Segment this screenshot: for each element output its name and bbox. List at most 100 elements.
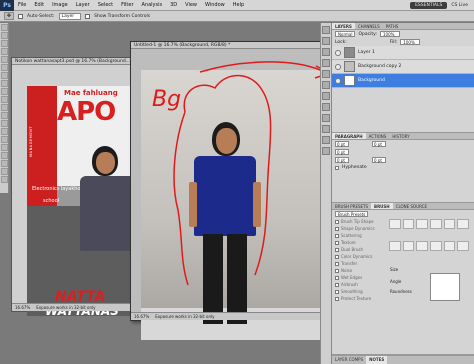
dodge-tool[interactable]: [1, 128, 8, 135]
tab-brush-presets[interactable]: BRUSH PRESETS: [332, 203, 371, 209]
essentials-workspace-button[interactable]: ESSENTIALS: [410, 1, 448, 9]
brush-option-checkbox[interactable]: [335, 282, 339, 287]
color-panel-icon[interactable]: [322, 48, 330, 56]
menu-file[interactable]: File: [14, 2, 30, 8]
tab-actions[interactable]: ACTIONS: [366, 133, 390, 139]
menu-window[interactable]: Window: [201, 2, 229, 8]
marquee-tool[interactable]: [1, 32, 8, 39]
menu-view[interactable]: View: [181, 2, 201, 8]
brush-option-checkbox[interactable]: [335, 261, 339, 266]
tab-layer-comps[interactable]: LAYER COMPS: [332, 356, 366, 364]
styles-panel-icon[interactable]: [322, 70, 330, 78]
indent-left-field[interactable]: 0 pt: [335, 141, 349, 147]
brush-tip[interactable]: [430, 241, 442, 251]
brush-option-checkbox[interactable]: [335, 247, 339, 252]
tab-paragraph[interactable]: PARAGRAPH: [332, 133, 366, 139]
layer-row-selected[interactable]: Background: [332, 74, 474, 88]
menu-analysis[interactable]: Analysis: [138, 2, 167, 8]
zoom-level[interactable]: 16.67%: [15, 305, 30, 310]
menu-layer[interactable]: Layer: [72, 2, 94, 8]
brush-option-checkbox[interactable]: [335, 226, 339, 231]
gradient-tool[interactable]: [1, 112, 8, 119]
eye-icon[interactable]: [335, 63, 341, 70]
brush-presets-button[interactable]: Brush Presets: [335, 211, 369, 217]
paragraph-panel-icon[interactable]: [322, 114, 330, 122]
fill-field[interactable]: 100%: [400, 39, 421, 45]
menu-3d[interactable]: 3D: [166, 2, 181, 8]
poster-canvas[interactable]: Mae fahluang APO MANAGEMENT Electronics …: [27, 86, 142, 316]
brush-tool[interactable]: [1, 80, 8, 87]
tool-presets-icon[interactable]: [322, 147, 330, 155]
layer-row[interactable]: Background copy 2: [332, 60, 474, 74]
masks-panel-icon[interactable]: [322, 92, 330, 100]
eye-icon[interactable]: [335, 77, 341, 84]
crop-tool[interactable]: [1, 56, 8, 63]
brush-option-checkbox[interactable]: [335, 289, 339, 294]
menu-select[interactable]: Select: [94, 2, 117, 8]
tab-brush[interactable]: BRUSH: [371, 203, 393, 209]
actions-panel-icon[interactable]: [322, 37, 330, 45]
brush-panel-icon[interactable]: [322, 125, 330, 133]
cs-live-button[interactable]: CS Live: [451, 3, 468, 8]
brush-tip[interactable]: [402, 241, 415, 251]
document-window-poster[interactable]: Notikon wattanasapt3.psd @ 16.7% (Backgr…: [11, 57, 146, 316]
menu-help[interactable]: Help: [229, 2, 248, 8]
space-after-field[interactable]: 0 pt: [372, 157, 386, 163]
brush-option-checkbox[interactable]: [335, 296, 339, 301]
brush-tip[interactable]: [416, 219, 428, 229]
swatches-panel-icon[interactable]: [322, 59, 330, 67]
layer-row[interactable]: Layer 1: [332, 46, 474, 60]
brush-tip[interactable]: [457, 219, 469, 229]
menu-edit[interactable]: Edit: [30, 2, 48, 8]
tab-notes[interactable]: NOTES: [366, 356, 388, 364]
space-before-field[interactable]: 0 pt: [335, 157, 349, 163]
eye-icon[interactable]: [335, 49, 341, 56]
menu-filter[interactable]: Filter: [117, 2, 137, 8]
eyedropper-tool[interactable]: [1, 64, 8, 71]
brush-tip[interactable]: [443, 219, 456, 229]
hand-tool[interactable]: [1, 168, 8, 175]
brush-tip[interactable]: [389, 219, 401, 229]
tab-history[interactable]: HISTORY: [389, 133, 412, 139]
healing-tool[interactable]: [1, 72, 8, 79]
quick-select-tool[interactable]: [1, 48, 8, 55]
indent-right-field[interactable]: 0 pt: [372, 141, 386, 147]
shape-tool[interactable]: [1, 160, 8, 167]
history-panel-icon[interactable]: [322, 26, 330, 34]
first-line-field[interactable]: 0 pt: [335, 149, 349, 155]
zoom-tool[interactable]: [1, 176, 8, 183]
auto-select-checkbox[interactable]: [18, 13, 23, 19]
blend-mode-select[interactable]: Normal: [335, 31, 356, 37]
pen-tool[interactable]: [1, 136, 8, 143]
hyphenate-checkbox[interactable]: [335, 165, 339, 170]
move-tool-icon[interactable]: ✥: [4, 12, 14, 20]
document-window-untitled[interactable]: Untitled-1 @ 16.7% (Background, RGB/8) *…: [130, 41, 322, 340]
brush-option-checkbox[interactable]: [335, 275, 339, 280]
zoom-level[interactable]: 16.67%: [134, 314, 149, 319]
brush-tip[interactable]: [443, 241, 456, 251]
brush-tip[interactable]: [416, 241, 428, 251]
photo-canvas[interactable]: [141, 70, 321, 340]
stamp-tool[interactable]: [1, 88, 8, 95]
tab-layers[interactable]: LAYERS: [332, 23, 355, 29]
eraser-tool[interactable]: [1, 104, 8, 111]
lasso-tool[interactable]: [1, 40, 8, 47]
brush-tip[interactable]: [389, 241, 401, 251]
brush-option-checkbox[interactable]: [335, 219, 339, 224]
brush-option-checkbox[interactable]: [335, 233, 339, 238]
brush-tip[interactable]: [402, 219, 415, 229]
clone-panel-icon[interactable]: [322, 136, 330, 144]
brush-option-checkbox[interactable]: [335, 254, 339, 259]
history-brush-tool[interactable]: [1, 96, 8, 103]
brush-option-checkbox[interactable]: [335, 268, 339, 273]
opacity-field[interactable]: 100%: [379, 31, 400, 37]
tab-clone-source[interactable]: CLONE SOURCE: [393, 203, 430, 209]
blur-tool[interactable]: [1, 120, 8, 127]
menu-image[interactable]: Image: [48, 2, 72, 8]
character-panel-icon[interactable]: [322, 103, 330, 111]
show-transform-checkbox[interactable]: [85, 13, 91, 19]
brush-option-checkbox[interactable]: [335, 240, 339, 245]
document-title[interactable]: Notikon wattanasapt3.psd @ 16.7% (Backgr…: [12, 58, 145, 65]
path-select-tool[interactable]: [1, 152, 8, 159]
tab-paths[interactable]: PATHS: [383, 23, 402, 29]
